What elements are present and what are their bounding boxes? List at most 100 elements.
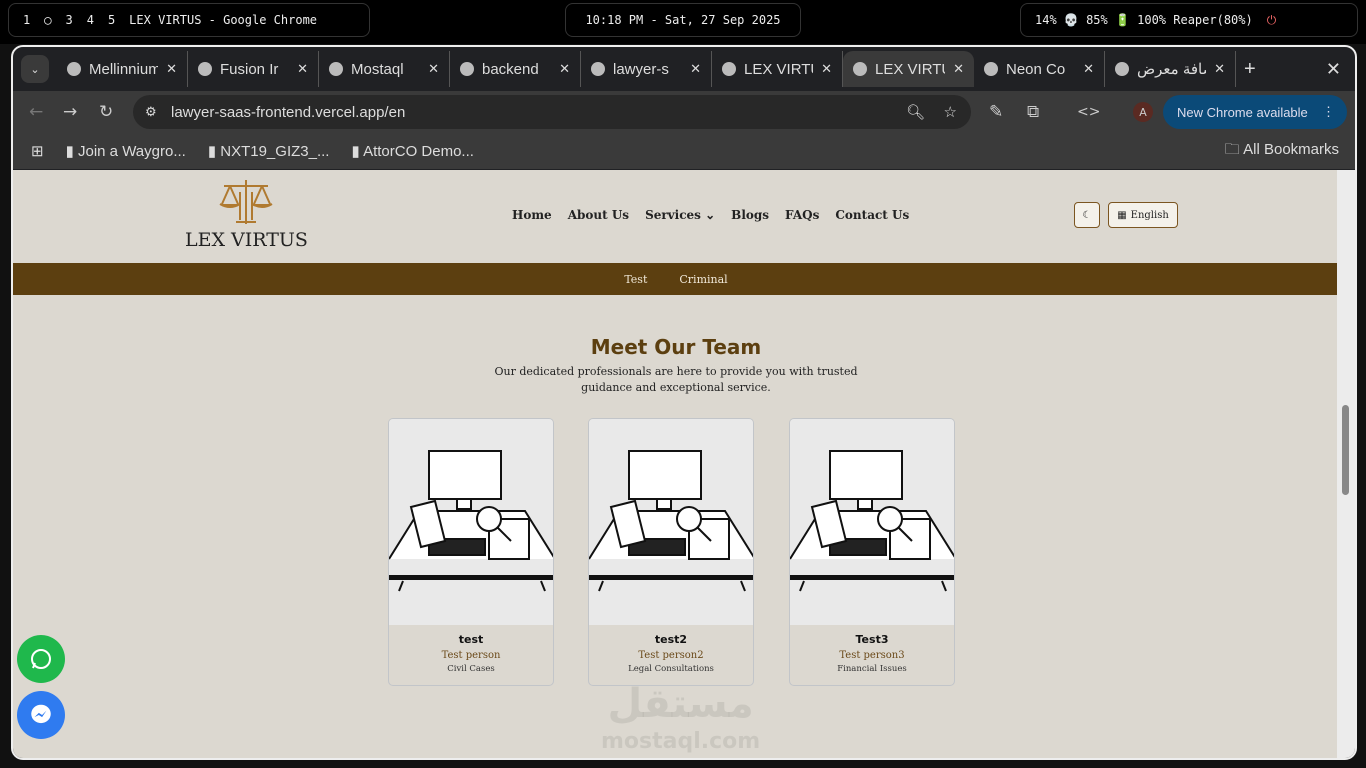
browser-tab[interactable]: backend ✕	[450, 51, 581, 87]
tab-title: backend	[482, 60, 539, 78]
workspace-5[interactable]: 5	[108, 13, 115, 27]
back-button[interactable]: ←	[29, 102, 43, 122]
member-name: test	[458, 633, 484, 646]
tab-title: إضافة معرض	[1137, 61, 1206, 78]
site-header: LEX VIRTUS Home About Us Services ⌄ Blog…	[13, 170, 1339, 263]
tab-title: LEX VIRTUS	[875, 60, 945, 78]
team-member-card[interactable]: Test3 Test person3 Financial Issues	[789, 418, 955, 686]
favicon-icon	[329, 62, 343, 76]
workspace-3[interactable]: 3	[65, 13, 72, 27]
favicon-icon	[591, 62, 605, 76]
new-chrome-button[interactable]: New Chrome available ⋮	[1163, 95, 1347, 129]
reload-button[interactable]: ↻	[99, 102, 113, 122]
browser-tab[interactable]: LEX VIRTUS ✕	[843, 51, 974, 87]
tab-title: Mellinnium	[89, 60, 159, 78]
site-logo[interactable]: LEX VIRTUS	[185, 178, 308, 251]
team-illustration	[790, 450, 954, 592]
forward-button[interactable]: →	[63, 102, 77, 122]
desktop-topbar: 1 ◯ 3 4 5 LEX VIRTUS - Google Chrome 10:…	[0, 0, 1366, 44]
bookmark-star-icon[interactable]: ☆	[944, 103, 957, 121]
tab-title: LEX VIRTUS	[744, 60, 813, 78]
nav-services[interactable]: Services ⌄	[645, 208, 715, 222]
address-bar[interactable]: ⚙ lawyer-saas-frontend.vercel.app/en 🔍︎ …	[133, 95, 971, 129]
tab-search-button[interactable]: ⌄	[21, 55, 49, 83]
close-tab-icon[interactable]: ✕	[821, 61, 832, 77]
tab-title: Neon Co	[1006, 60, 1066, 78]
new-tab-button[interactable]: +	[1244, 58, 1256, 81]
devtools-icon[interactable]: <>	[1077, 104, 1100, 120]
url-text[interactable]: lawyer-saas-frontend.vercel.app/en	[171, 104, 405, 121]
close-tab-icon[interactable]: ✕	[1083, 61, 1094, 77]
member-specialty: Legal Consultations	[628, 664, 714, 674]
web-page: LEX VIRTUS Home About Us Services ⌄ Blog…	[13, 170, 1339, 758]
nav-about[interactable]: About Us	[568, 208, 629, 222]
browser-tab[interactable]: Neon Co ✕	[974, 51, 1105, 87]
close-tab-icon[interactable]: ✕	[166, 61, 177, 77]
tab-title: lawyer-s	[613, 60, 669, 78]
favicon-icon	[460, 62, 474, 76]
subnav-criminal[interactable]: Criminal	[679, 273, 727, 286]
team-title: Meet Our Team	[590, 335, 762, 359]
zoom-icon[interactable]: 🔍︎	[906, 103, 925, 121]
nav-faqs[interactable]: FAQs	[785, 208, 819, 222]
favicon-icon	[984, 62, 998, 76]
theme-toggle-button[interactable]: ☾	[1074, 202, 1100, 228]
browser-tab[interactable]: Mellinnium ✕	[57, 51, 188, 87]
browser-tab[interactable]: إضافة معرض ✕	[1105, 51, 1236, 87]
bookmark-2[interactable]: ▮ NXT19_GIZ3_...	[208, 142, 330, 160]
scrollbar[interactable]	[1337, 170, 1355, 758]
eyedropper-icon[interactable]: ✎	[989, 102, 1003, 122]
member-photo	[589, 419, 753, 625]
uk-flag-icon: ▦	[1117, 209, 1127, 221]
messenger-icon	[31, 704, 51, 724]
nav-contact[interactable]: Contact Us	[835, 208, 909, 222]
member-name: test2	[654, 633, 688, 646]
bookmark-1[interactable]: ▮ Join a Waygro...	[66, 142, 186, 160]
browser-tab[interactable]: Mostaql ✕	[319, 51, 450, 87]
language-button[interactable]: ▦ English	[1108, 202, 1178, 228]
nav-blogs[interactable]: Blogs	[731, 208, 769, 222]
close-tab-icon[interactable]: ✕	[428, 61, 439, 77]
close-tab-icon[interactable]: ✕	[690, 61, 701, 77]
favicon-icon	[722, 62, 736, 76]
mostaql-watermark: مستقل mostaql.com	[601, 681, 761, 754]
team-member-card[interactable]: test2 Test person2 Legal Consultations	[588, 418, 754, 686]
close-tab-icon[interactable]: ✕	[953, 61, 964, 77]
favicon-icon	[853, 62, 867, 76]
member-role: Test person2	[638, 650, 704, 661]
messenger-button[interactable]	[17, 691, 65, 739]
nav-home[interactable]: Home	[512, 208, 552, 222]
sub-nav: Test Criminal	[13, 263, 1339, 295]
toolbar: ← → ↻ ⚙ lawyer-saas-frontend.vercel.app/…	[13, 91, 1355, 133]
bookmark-3[interactable]: ▮ AttorCO Demo...	[351, 142, 473, 160]
main-nav: Home About Us Services ⌄ Blogs FAQs Cont…	[512, 208, 909, 222]
close-tab-icon[interactable]: ✕	[297, 61, 308, 77]
team-illustration	[589, 450, 753, 592]
favicon-icon	[1115, 62, 1129, 76]
apps-icon[interactable]: ⊞	[31, 142, 44, 160]
tab-title: Mostaql	[351, 60, 404, 78]
workspace-1[interactable]: 1	[23, 13, 30, 27]
all-bookmarks[interactable]: 🗀 All Bookmarks	[1225, 139, 1339, 164]
subnav-test[interactable]: Test	[624, 273, 647, 286]
bookmarks-bar: ⊞ ▮ Join a Waygro... ▮ NXT19_GIZ3_... ▮ …	[13, 133, 1355, 169]
team-member-card[interactable]: test Test person Civil Cases	[388, 418, 554, 686]
power-icon[interactable]: ⏻	[1267, 13, 1277, 28]
scrollbar-thumb[interactable]	[1342, 405, 1349, 495]
member-role: Test person	[441, 650, 501, 661]
moon-icon: ☾	[1082, 209, 1092, 221]
site-info-icon[interactable]: ⚙	[145, 104, 157, 120]
extensions-icon[interactable]: ⧉	[1027, 102, 1039, 122]
favicon-icon	[67, 62, 81, 76]
close-tab-icon[interactable]: ✕	[559, 61, 570, 77]
close-tab-icon[interactable]: ✕	[1214, 61, 1225, 77]
browser-tab[interactable]: Fusion Ir ✕	[188, 51, 319, 87]
workspace-2[interactable]: ◯	[44, 13, 51, 27]
close-window-button[interactable]: ✕	[1326, 59, 1341, 80]
browser-tab[interactable]: lawyer-s ✕	[581, 51, 712, 87]
workspace-4[interactable]: 4	[87, 13, 94, 27]
member-photo	[790, 419, 954, 625]
profile-avatar[interactable]: A	[1133, 102, 1153, 122]
browser-tab[interactable]: LEX VIRTUS ✕	[712, 51, 843, 87]
whatsapp-button[interactable]	[17, 635, 65, 683]
